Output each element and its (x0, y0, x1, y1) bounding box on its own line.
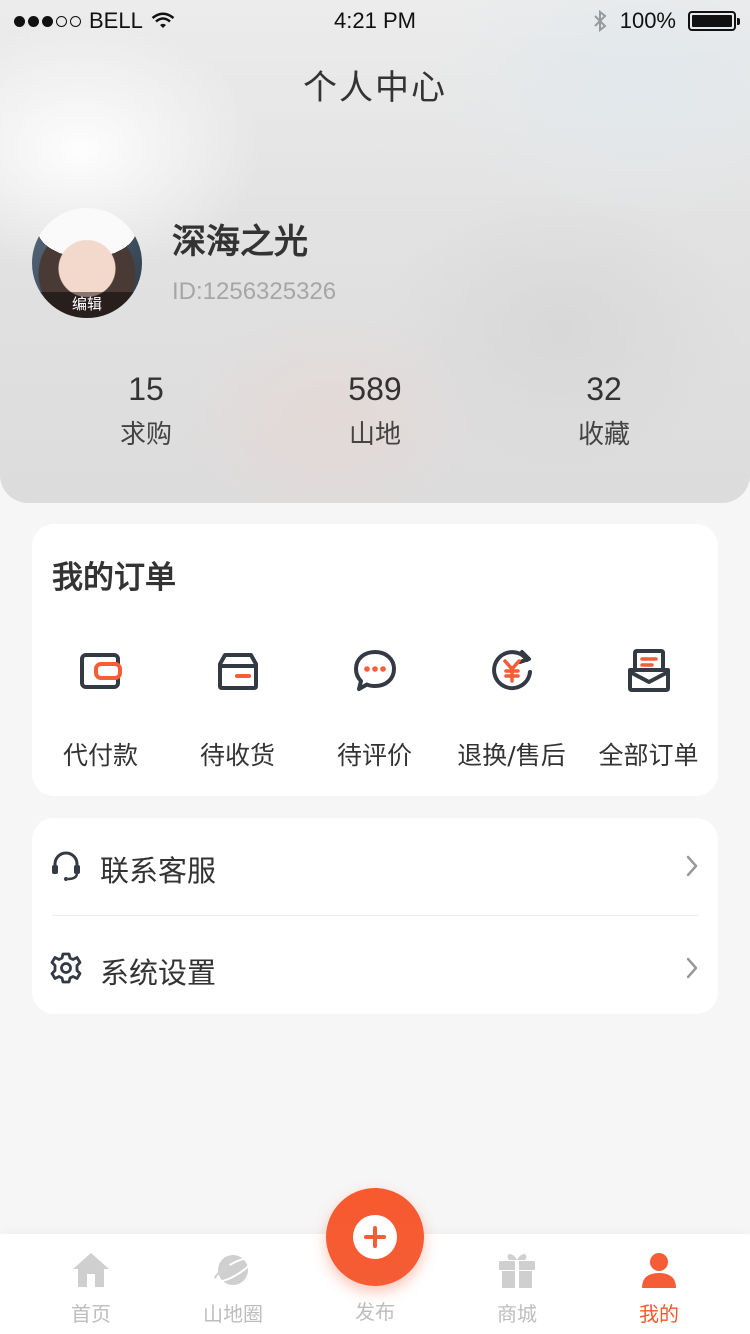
user-id: ID:1256325326 (172, 278, 337, 305)
publish-label: 发布 (355, 1300, 395, 1324)
chevron-right-icon (686, 855, 698, 877)
order-after-sales[interactable]: 退换/售后 (443, 648, 580, 772)
stat-value: 15 (128, 371, 164, 407)
stat-favorites[interactable]: 32 收藏 (514, 368, 694, 451)
stat-label: 收藏 (577, 420, 630, 450)
battery-icon (688, 11, 740, 31)
tab-mine[interactable]: 我的 (589, 1234, 729, 1334)
avatar-edit-label[interactable]: 编辑 (32, 292, 142, 318)
orders-card: 我的订单 代付款 待收货 待评价 退换/售后 全部订单 (32, 524, 718, 796)
gift-icon (499, 1254, 535, 1288)
tab-label: 山地圈 (203, 1302, 263, 1326)
user-icon (642, 1253, 676, 1288)
order-label: 退换/售后 (457, 741, 566, 770)
order-list-icon (627, 649, 670, 692)
status-right: 100% (592, 8, 740, 34)
page-title: 个人中心 (303, 68, 447, 108)
stat-wanted[interactable]: 15 求购 (56, 368, 236, 451)
order-label: 待收货 (199, 741, 275, 770)
menu-contact-service[interactable]: 联系客服 (32, 818, 718, 916)
tab-label: 商城 (497, 1302, 537, 1326)
orders-title: 我的订单 (52, 560, 176, 596)
settings-card: 联系客服 系统设置 (32, 818, 718, 1014)
divider (52, 915, 698, 916)
battery-percent: 100% (619, 8, 676, 33)
refund-icon (491, 650, 532, 691)
bluetooth-icon (594, 9, 607, 33)
order-pending-receipt[interactable]: 待收货 (169, 648, 306, 772)
menu-label: 联系客服 (100, 854, 217, 888)
stat-value: 589 (348, 371, 402, 407)
order-label: 待评价 (336, 741, 412, 770)
menu-system-settings[interactable]: 系统设置 (32, 920, 718, 1018)
order-label: 代付款 (62, 741, 138, 770)
avatar[interactable]: 编辑 (32, 208, 142, 318)
tab-label: 我的 (639, 1302, 679, 1326)
menu-label: 系统设置 (100, 956, 217, 990)
home-icon (73, 1253, 109, 1287)
headset-icon (52, 851, 80, 881)
stats-row: 15 求购 589 山地 32 收藏 (0, 368, 750, 458)
planet-icon (213, 1255, 253, 1285)
package-icon (217, 653, 258, 690)
order-label: 全部订单 (598, 741, 699, 770)
chevron-right-icon (686, 957, 698, 979)
stat-label: 求购 (119, 420, 172, 450)
publish-button[interactable] (326, 1188, 424, 1286)
plus-icon (353, 1215, 397, 1259)
order-pending-payment[interactable]: 代付款 (32, 648, 169, 772)
gear-icon (50, 952, 82, 984)
tab-home[interactable]: 首页 (21, 1234, 161, 1334)
user-name: 深海之光 (172, 222, 308, 262)
stat-value: 32 (586, 371, 622, 407)
profile-header: BELL 4:21 PM 100% 个人中心 编辑 深海之光 ID:125632… (0, 0, 750, 503)
tab-label: 首页 (71, 1302, 111, 1326)
stat-label: 山地 (348, 420, 401, 450)
tab-community[interactable]: 山地圈 (163, 1234, 303, 1334)
order-all[interactable]: 全部订单 (580, 648, 717, 772)
wallet-icon (79, 653, 122, 689)
stat-land[interactable]: 589 山地 (285, 368, 465, 451)
comment-icon (353, 650, 396, 691)
order-pending-review[interactable]: 待评价 (306, 648, 443, 772)
status-bar: BELL 4:21 PM 100% (0, 0, 750, 40)
tab-mall[interactable]: 商城 (447, 1234, 587, 1334)
